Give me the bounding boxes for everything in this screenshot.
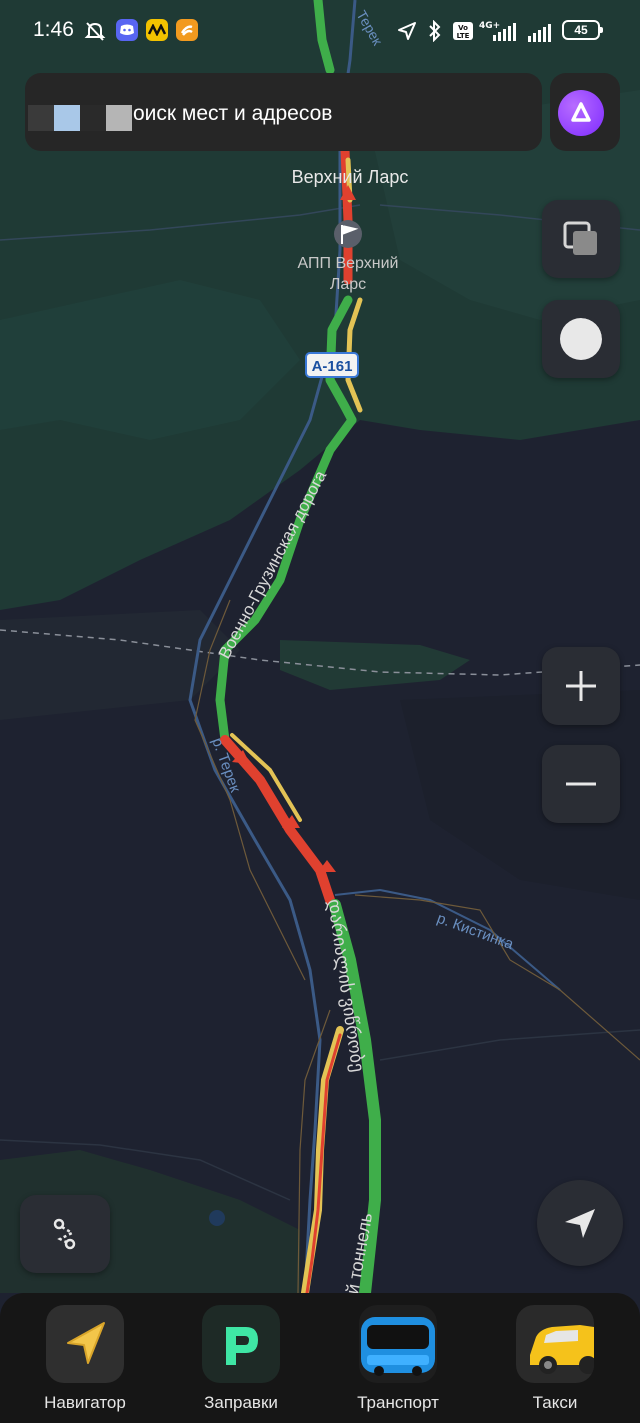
- discord-icon: [116, 19, 138, 41]
- bottom-dock: Навигатор Заправки Транспорт Такси: [0, 1293, 640, 1423]
- fuel-icon: [202, 1305, 280, 1383]
- dock-item-navigator[interactable]: Навигатор: [20, 1305, 150, 1413]
- night-mode-icon: [560, 316, 604, 360]
- zoom-in-button[interactable]: [542, 647, 620, 725]
- battery-icon: 45: [562, 20, 603, 40]
- night-mode-button[interactable]: [542, 300, 620, 378]
- alice-icon: [558, 90, 604, 136]
- mute-icon: [83, 19, 107, 43]
- route-button[interactable]: [20, 1195, 110, 1273]
- checkpoint-label: АПП Верхний: [298, 255, 399, 272]
- blurred-pixel: [80, 105, 106, 131]
- lake: [209, 1210, 225, 1226]
- taxi-icon: [516, 1305, 594, 1383]
- blurred-pixel: [28, 105, 54, 131]
- dock-label: Такси: [532, 1393, 578, 1412]
- wifi-icon: [525, 19, 555, 43]
- locate-arrow-icon: [565, 1209, 595, 1238]
- location-arrow-icon: [396, 19, 418, 43]
- place-label-verkhniy-lars: Верхний Ларс: [292, 167, 409, 187]
- locate-me-button[interactable]: [537, 1180, 623, 1266]
- status-bar: 1:46 Vo LTE 4G+ 45: [0, 0, 640, 62]
- signal-icon: 4G+: [479, 19, 519, 43]
- dock-item-taxi[interactable]: Такси: [490, 1305, 620, 1413]
- volte-icon: Vo LTE: [452, 19, 474, 43]
- layers-button[interactable]: [542, 200, 620, 278]
- dock-label: Навигатор: [44, 1393, 126, 1412]
- dock-label: Заправки: [204, 1393, 278, 1412]
- blurred-pixel: [54, 105, 80, 131]
- minus-icon: [566, 782, 596, 786]
- search-placeholder: оиск мест и адресов: [133, 102, 333, 125]
- navigator-icon: [46, 1305, 124, 1383]
- bluetooth-icon: [425, 19, 445, 43]
- svg-text:LTE: LTE: [457, 32, 470, 40]
- app-icon-yellow: [146, 19, 168, 41]
- checkpoint-marker: [334, 220, 362, 248]
- bus-icon: [359, 1305, 437, 1383]
- route-icon: [53, 1218, 76, 1250]
- search-bar[interactable]: оиск мест и адресов: [25, 70, 620, 156]
- svg-text:4G+: 4G+: [479, 21, 500, 31]
- blurred-pixel: [106, 105, 132, 131]
- search-input[interactable]: оиск мест и адресов: [25, 73, 542, 151]
- alice-voice-button[interactable]: [550, 73, 620, 151]
- zoom-out-button[interactable]: [542, 745, 620, 823]
- dock-item-fuel[interactable]: Заправки: [176, 1305, 306, 1413]
- app-icon-orange: [176, 19, 198, 41]
- dock-label: Транспорт: [357, 1393, 439, 1412]
- dock-item-transport[interactable]: Транспорт: [333, 1305, 463, 1413]
- checkpoint-label-2: Ларс: [330, 276, 366, 293]
- svg-text:Vo: Vo: [458, 24, 468, 32]
- road-shield-text: А-161: [312, 358, 353, 375]
- status-time: 1:46: [33, 18, 74, 41]
- layers-icon: [563, 221, 597, 255]
- plus-icon: [566, 671, 596, 701]
